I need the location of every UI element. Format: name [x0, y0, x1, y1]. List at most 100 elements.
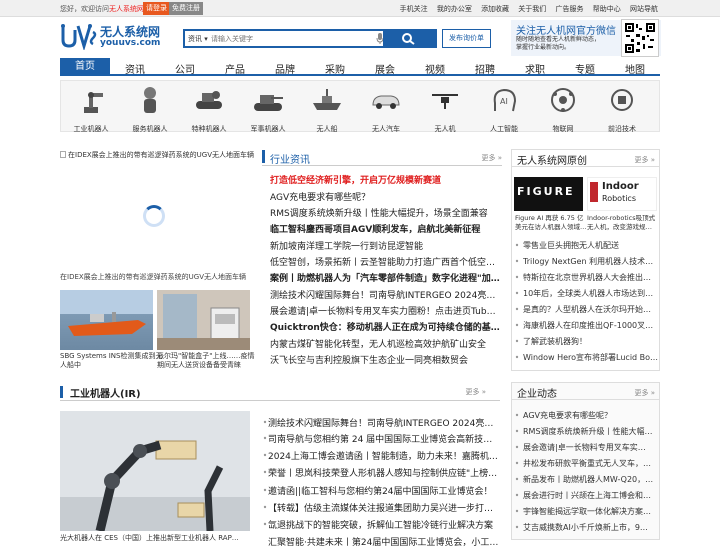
category-autonomous-car[interactable]: 无人汽车: [357, 83, 415, 133]
company-item[interactable]: 新品发布丨助燃机器人MW-Q20，…: [523, 474, 659, 485]
indoor-robotics-caption[interactable]: Indoor-robotics吸顶式 无人机，改变游戏规…: [587, 214, 655, 232]
company-item[interactable]: 宇锋智能揭远学取一体化解决方案…: [523, 506, 659, 517]
search-input[interactable]: [211, 34, 351, 44]
company-item[interactable]: 艾吉威携数AI小千斤焕新上市，9…: [523, 522, 659, 533]
nav-recruit[interactable]: 招聘: [460, 61, 510, 76]
industrial-robot-more-link[interactable]: 更多 »: [465, 387, 486, 397]
svg-text:AI: AI: [500, 97, 508, 106]
news-item[interactable]: AGV充电要求有哪些呢？: [270, 190, 500, 203]
company-news-more-link[interactable]: 更多 »: [634, 388, 655, 398]
indoor-robotics-image[interactable]: Indoor Robotics: [587, 177, 657, 211]
thumbnail-smartbox-caption[interactable]: 派尔玛"智能盒子"上线……疫情 期间无人送货设备备受青睐: [157, 352, 254, 370]
search-button[interactable]: [383, 31, 435, 46]
industry-news-more-link[interactable]: 更多 »: [481, 153, 502, 163]
news-item[interactable]: 临工智科鏖西哥项目AGV顺利发车，启航北美新征程: [270, 222, 500, 235]
service-robot-icon: [144, 87, 156, 113]
original-item[interactable]: 零售业巨头拥抱无人机配送: [523, 240, 659, 251]
company-item[interactable]: 展会进行时丨兴颉在上海工博会和…: [523, 490, 659, 501]
category-iot[interactable]: 物联网: [534, 83, 592, 133]
industrial-robot-title[interactable]: 工业机器人(IR): [70, 385, 141, 400]
nav-home[interactable]: 首页: [60, 58, 110, 76]
category-unmanned-ship[interactable]: 无人船: [298, 83, 356, 133]
category-drone[interactable]: 无人机: [416, 83, 474, 133]
industrial-robot-header: 工业机器人(IR) 更多 »: [60, 383, 500, 401]
industry-news-title[interactable]: 行业资讯: [270, 151, 310, 166]
category-label: 物联网: [552, 125, 574, 133]
news-item[interactable]: 测绘技术闪耀国际舞台！司南导航INTERGEO 2024亮…: [270, 288, 500, 301]
original-item[interactable]: 了解武装机器狗！: [523, 336, 659, 347]
ir-news-item[interactable]: 邀请函||临工智科与您相约第24届中国国际工业博览会！: [268, 484, 500, 497]
nav-product[interactable]: 产品: [210, 61, 260, 76]
news-item[interactable]: 打造低空经济新引擎，开启万亿规模新赛道: [270, 173, 500, 186]
news-item[interactable]: 新加坡南洋理工学院一行到访昆逻智能: [270, 239, 500, 252]
thumbnail-boat[interactable]: [60, 290, 153, 350]
ir-news-item[interactable]: 测绘技术闪耀国际舞台！司南导航INTERGEO 2024亮点…: [268, 416, 500, 429]
category-service-robot[interactable]: 服务机器人: [121, 83, 179, 133]
robot-arm-image[interactable]: [60, 411, 250, 533]
search-category-select[interactable]: 资讯 ▾: [188, 34, 208, 44]
original-item[interactable]: Trilogy NextGen 利用机器人技术…: [523, 256, 659, 267]
hero-caption[interactable]: 在IDEX展会上推出的带有巡逻弹药系统的UGV无人地面车辆: [60, 272, 250, 282]
original-more-link[interactable]: 更多 »: [634, 155, 655, 165]
add-favorite-link[interactable]: 添加收藏: [481, 5, 509, 13]
category-military-robot[interactable]: 军事机器人: [239, 83, 297, 133]
category-special-robot[interactable]: 特种机器人: [180, 83, 238, 133]
figure-ai-caption[interactable]: Figure AI 再获 6.75 亿美元在访人机器人领域…: [515, 214, 587, 232]
smartbox-image: [157, 290, 250, 350]
ad-service-link[interactable]: 广告服务: [556, 5, 584, 13]
ir-news-item[interactable]: 2024上海工博会邀请函丨智能制造，助力未来！嘉腾机…: [268, 449, 500, 462]
nav-jobs[interactable]: 求职: [510, 61, 560, 76]
register-button[interactable]: 免费注册: [169, 2, 203, 15]
original-item[interactable]: 10年后，全球类人机器人市场达到…: [523, 288, 659, 299]
news-item[interactable]: 展会邀请|卓一长物料专用叉车实力圈粉！点击进页Tube…: [270, 304, 500, 317]
ir-news-item[interactable]: 司南导航与您相约第 24 届中国国际工业博览会高新技术…: [268, 432, 500, 445]
my-office-link[interactable]: 我的办公室: [437, 5, 472, 13]
hero-image-alt[interactable]: 在IDEX展会上推出的带有巡逻弹药系统的UGV无人地面车辆: [60, 150, 254, 160]
original-item[interactable]: 是真的？人型机器人在沃尔玛开始…: [523, 304, 659, 315]
nav-map[interactable]: 地图: [610, 61, 660, 76]
category-frontier-tech[interactable]: 前沿技术: [593, 83, 651, 133]
nav-brand[interactable]: 品牌: [260, 61, 310, 76]
thumbnail-smartbox[interactable]: [157, 290, 250, 350]
unmanned-ship-icon: [313, 89, 341, 110]
mobile-follow-link[interactable]: 手机关注: [400, 5, 428, 13]
news-item[interactable]: RMS调度系统焕新升级丨性能大幅提升，场景全面兼容: [270, 206, 500, 219]
news-item[interactable]: Quicktron快仓：移动机器人正在成为可持续仓储的基…: [270, 320, 500, 333]
robot-arm-picture: [60, 411, 250, 533]
nav-company[interactable]: 公司: [160, 61, 210, 76]
nav-purchase[interactable]: 采购: [310, 61, 360, 76]
site-nav-link[interactable]: 网站导航: [630, 5, 658, 13]
ir-news-item[interactable]: 荣誉丨思岚科技荣登人形机器人感知与控制供应链"上榜…: [268, 466, 500, 479]
figure-ai-image[interactable]: FIGURE: [514, 177, 583, 211]
ir-news-item[interactable]: 汇聚智能·共建未来丨第24届中国国际工业博览会，小工…: [268, 535, 500, 548]
original-item[interactable]: Window Hero宣布将部署Lucid Bot…: [523, 352, 659, 363]
company-item[interactable]: AGV充电要求有哪些呢？: [523, 410, 659, 421]
nav-video[interactable]: 视频: [410, 61, 460, 76]
company-item[interactable]: 井松发布研款平衡重式无人叉车，…: [523, 458, 659, 469]
publish-inquiry-button[interactable]: 发布询价单: [442, 29, 491, 48]
login-button[interactable]: 请登录: [143, 2, 170, 15]
company-item[interactable]: RMS调度系统焕新升级丨性能大幅…: [523, 426, 659, 437]
help-center-link[interactable]: 帮助中心: [593, 5, 621, 13]
news-item[interactable]: 沃飞长空与吉利控股旗下生态企业一同亮相数贸会: [270, 353, 500, 366]
nav-news[interactable]: 资讯: [110, 61, 160, 76]
thumbnail-boat-caption[interactable]: SBG Systems INS检测集成到无 人船中: [60, 352, 163, 370]
company-item[interactable]: 展会邀请|卓一长物料专用叉车实…: [523, 442, 659, 453]
iot-icon: [551, 88, 575, 112]
original-item[interactable]: 海康机器人在印度推出QF-1000叉…: [523, 320, 659, 331]
industry-news-header: 行业资讯 更多 »: [262, 149, 502, 166]
ir-news-item[interactable]: 氙退挑战下的智能突破，拆解仙工智能冷链行业解决方案: [268, 518, 500, 531]
category-industrial-robot[interactable]: 工业机器人: [62, 83, 120, 133]
nav-exhibition[interactable]: 展会: [360, 61, 410, 76]
about-us-link[interactable]: 关于我们: [518, 5, 546, 13]
site-logo[interactable]: 无人系统网 youuvs.com: [60, 22, 180, 52]
original-item[interactable]: 特斯拉在北京世界机器人大会推出…: [523, 272, 659, 283]
category-ai[interactable]: AI 人工智能: [475, 83, 533, 133]
robot-arm-caption[interactable]: 光大机器人在 CES（中国）上推出新型工业机器人 RAP…: [60, 533, 239, 543]
wechat-title: 关注无人机网官方微信: [516, 26, 616, 37]
news-item[interactable]: 低空智创，场景拓新丨云圣智能助力打造广西首个低空…: [270, 255, 500, 268]
news-item[interactable]: 案例丨助燃机器人为「汽车零部件制造」数字化进程"加…: [270, 271, 500, 284]
news-item[interactable]: 内蒙古煤矿智能化转型，无人机巡检高效护航矿山安全: [270, 337, 500, 350]
ir-news-item[interactable]: 【转载】估级主流媒体关注报道集团助力吴兴进一步打…: [268, 501, 500, 514]
nav-topics[interactable]: 专题: [560, 61, 610, 76]
